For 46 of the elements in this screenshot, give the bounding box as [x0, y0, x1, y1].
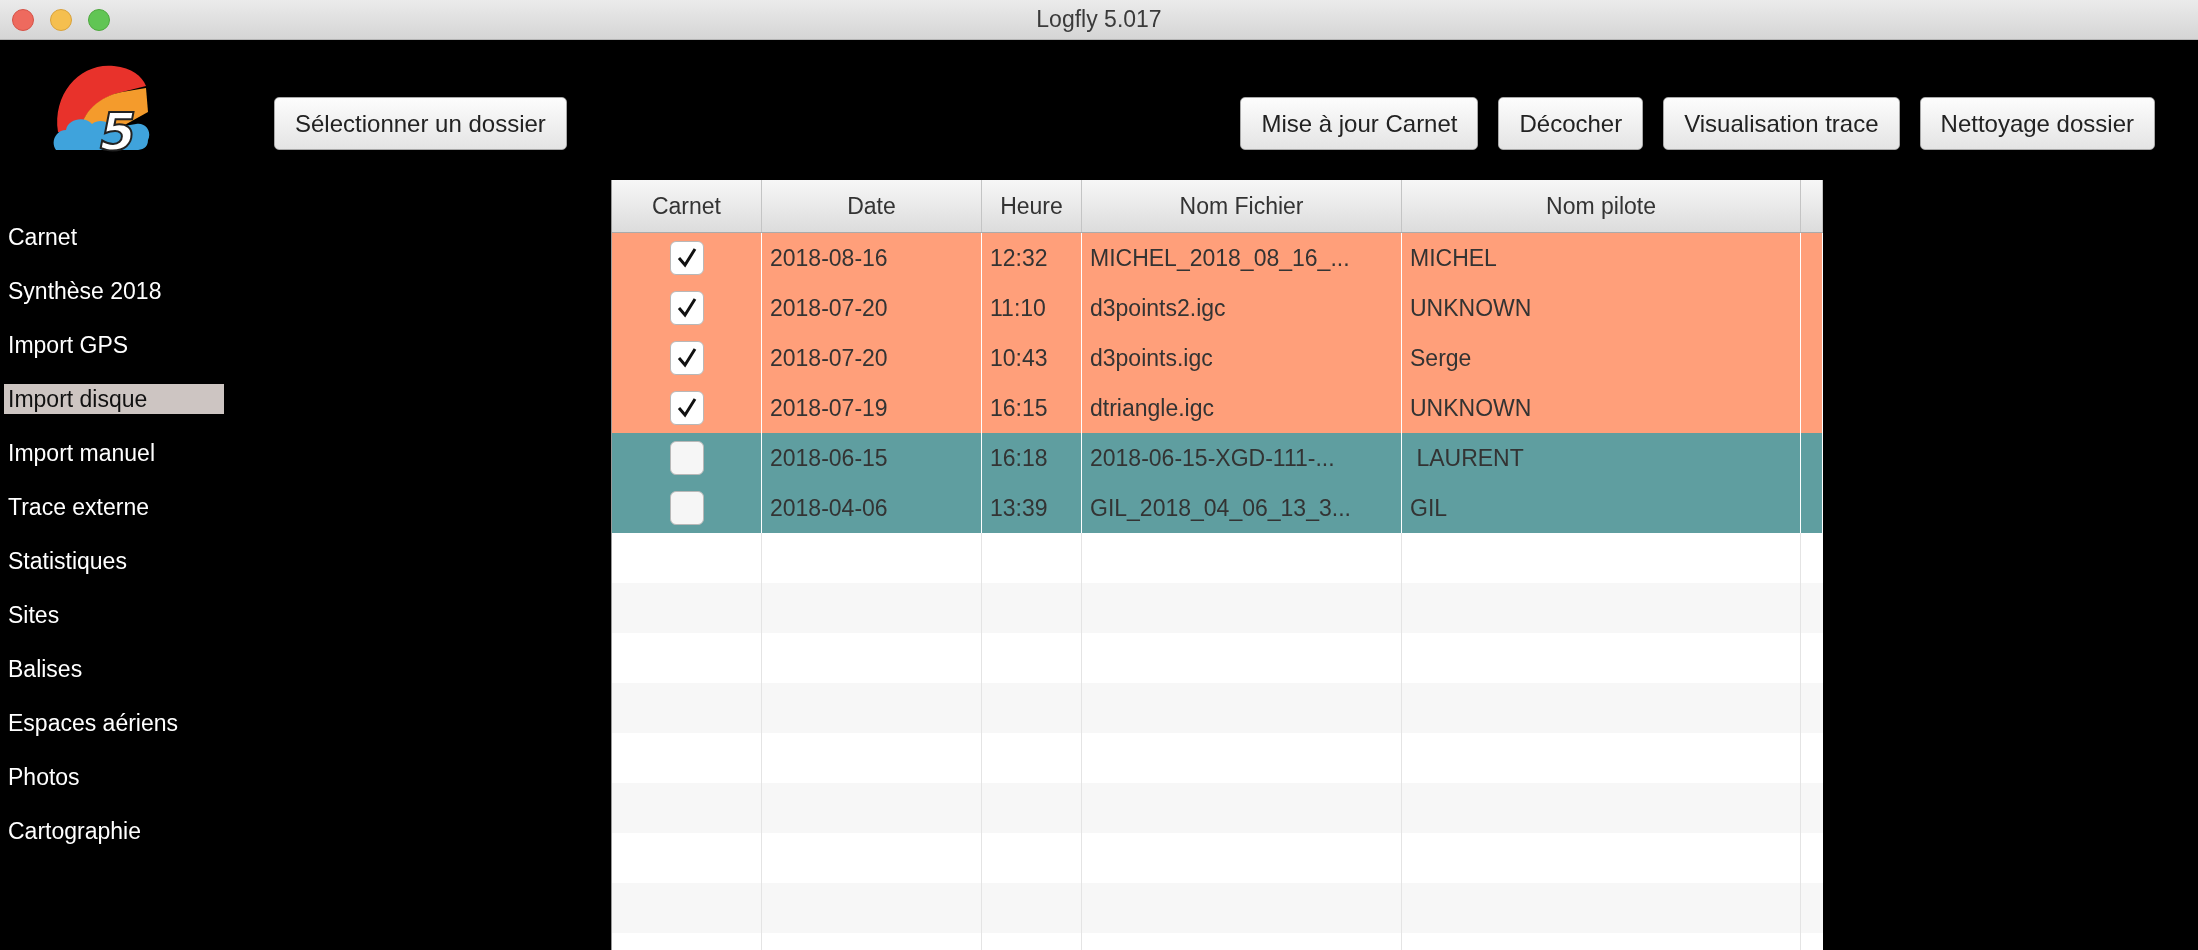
sidebar-item[interactable]: Statistiques	[4, 546, 224, 576]
table-cell: 13:39	[982, 483, 1082, 533]
close-button[interactable]	[12, 9, 34, 31]
checkbox[interactable]	[669, 441, 704, 475]
column-header[interactable]: Carnet	[612, 180, 762, 232]
select-folder-button[interactable]: Sélectionner un dossier	[274, 97, 567, 150]
column-header[interactable]: Nom Fichier	[1082, 180, 1402, 232]
table-cell: GIL	[1402, 483, 1801, 533]
column-header[interactable]: Nom pilote	[1402, 180, 1801, 232]
table-row[interactable]: 2018-07-19 16:15 dtriangle.igc UNKNOWN	[612, 383, 1823, 433]
toolbar-button[interactable]: Nettoyage dossier	[1919, 97, 2155, 150]
sidebar-item[interactable]: Trace externe	[4, 492, 224, 522]
sidebar-item[interactable]: Espaces aériens	[4, 708, 224, 738]
sidebar-item[interactable]: Import manuel	[4, 438, 224, 468]
table-row[interactable]: 2018-06-15 16:18 2018-06-15-XGD-111-... LAURENT	[612, 433, 1823, 483]
sidebar-item[interactable]: Import GPS	[4, 330, 224, 360]
column-header[interactable]: Heure	[982, 180, 1082, 232]
toolbar-button[interactable]: Décocher	[1498, 97, 1644, 150]
table-row[interactable]: 2018-07-20 11:10 d3points2.igc UNKNOWN	[612, 283, 1823, 333]
sidebar-item[interactable]: Photos	[4, 762, 224, 792]
toolbar-button[interactable]: Mise à jour Carnet	[1240, 97, 1479, 150]
checkmark-icon	[675, 347, 698, 369]
zoom-button[interactable]	[88, 9, 110, 31]
table-row[interactable]: 2018-04-06 13:39 GIL_2018_04_06_13_3... GIL	[612, 483, 1823, 533]
checkmark-icon	[675, 297, 698, 319]
checkbox[interactable]	[669, 491, 704, 525]
table-cell: 2018-04-06	[762, 483, 982, 533]
sidebar-item[interactable]: Import disque	[4, 384, 224, 414]
table-row[interactable]: 2018-08-16 12:32 MICHEL_2018_08_16_... MICHEL	[612, 233, 1823, 283]
sidebar-item[interactable]: Sites	[4, 600, 224, 630]
checkbox[interactable]	[669, 391, 704, 425]
checkbox[interactable]	[669, 241, 704, 275]
minimize-button[interactable]	[50, 9, 72, 31]
column-header[interactable]: Date	[762, 180, 982, 232]
checkbox[interactable]	[669, 341, 704, 375]
table-cell: GIL_2018_04_06_13_3...	[1082, 483, 1402, 533]
sidebar-item[interactable]: Carnet	[4, 222, 224, 252]
window-title: Logfly 5.017	[1036, 6, 1162, 33]
sidebar-item[interactable]: Synthèse 2018	[4, 276, 224, 306]
table-row[interactable]: 2018-07-20 10:43 d3points.igc Serge	[612, 333, 1823, 383]
checkmark-icon	[675, 397, 698, 419]
sidebar-item[interactable]: Cartographie	[4, 816, 224, 846]
checkmark-icon	[675, 247, 698, 269]
sidebar-item[interactable]: Balises	[4, 654, 224, 684]
toolbar-button[interactable]: Visualisation trace	[1663, 97, 1900, 150]
checkbox[interactable]	[669, 291, 704, 325]
